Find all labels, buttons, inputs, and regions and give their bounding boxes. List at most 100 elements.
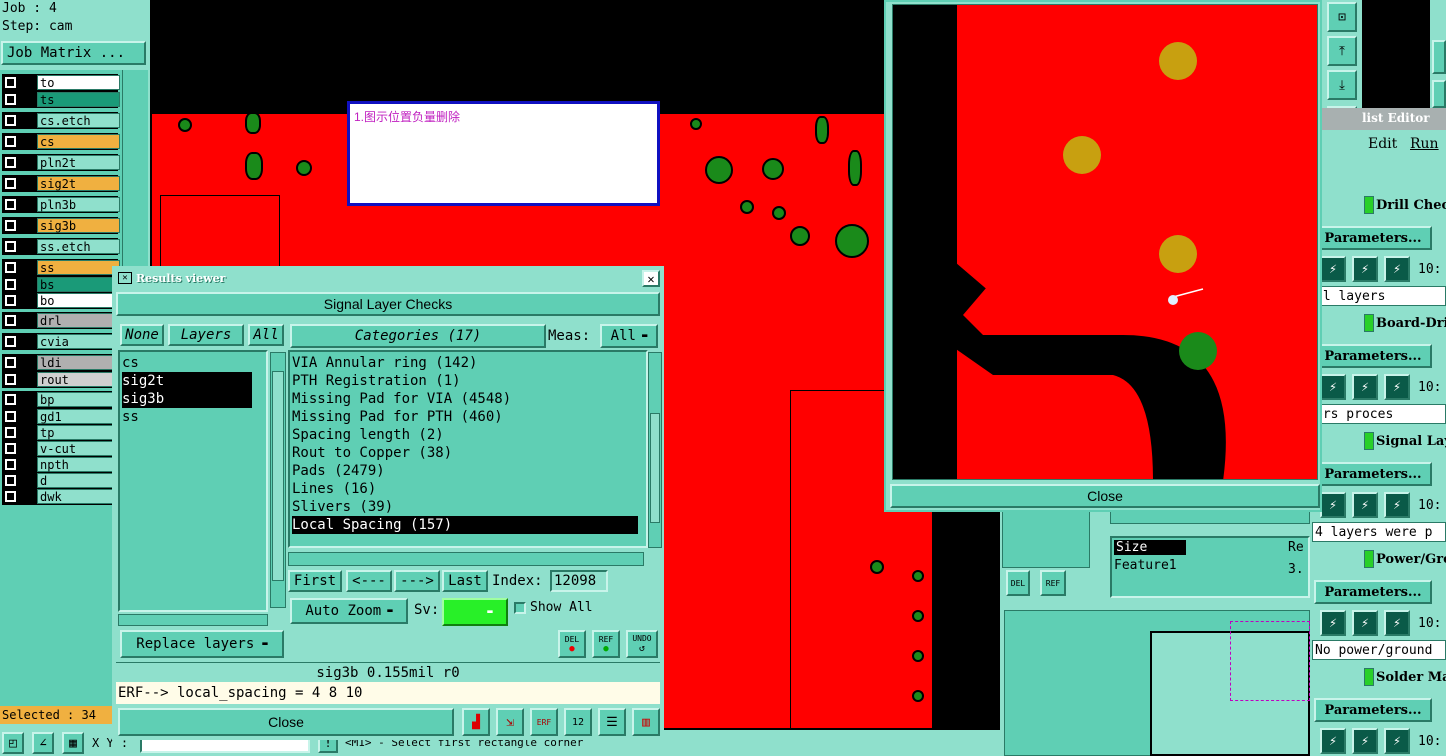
- layer-checkbox[interactable]: [5, 94, 16, 105]
- run-check-icon[interactable]: ⚡: [1320, 492, 1346, 518]
- layer-row[interactable]: rout: [2, 371, 120, 388]
- layer-row[interactable]: ldi: [2, 354, 120, 371]
- replace-layers-select[interactable]: Replace layers ▬: [120, 630, 284, 658]
- layer-row[interactable]: ss.etch: [2, 238, 120, 255]
- category-list-item[interactable]: Lines (16): [292, 480, 638, 498]
- run-check-icon[interactable]: ⚡: [1320, 728, 1346, 754]
- histogram-icon[interactable]: ▥: [632, 708, 660, 736]
- del-button[interactable]: DEL ●: [558, 630, 586, 658]
- prev-button[interactable]: <---: [346, 570, 392, 592]
- layer-checkbox[interactable]: [5, 394, 16, 405]
- zoom-canvas[interactable]: [892, 4, 1318, 480]
- all-layers-button[interactable]: All: [248, 324, 284, 346]
- layer-row[interactable]: sig2t: [2, 175, 120, 192]
- first-button[interactable]: First: [288, 570, 342, 592]
- erf-icon[interactable]: ERF: [530, 708, 558, 736]
- select-icon[interactable]: ◰: [2, 732, 24, 754]
- layer-row[interactable]: bo: [2, 292, 120, 309]
- counter-icon[interactable]: 12: [564, 708, 592, 736]
- layer-row[interactable]: ss: [2, 259, 120, 276]
- run-check-icon[interactable]: ⚡: [1320, 256, 1346, 282]
- mid-del-button[interactable]: DEL: [1006, 570, 1030, 596]
- parameters-button[interactable]: Parameters...: [1314, 698, 1432, 722]
- layer-row[interactable]: pln3b: [2, 196, 120, 213]
- check-name[interactable]: Solder Mas: [1376, 670, 1446, 685]
- layer-checkbox[interactable]: [5, 295, 16, 306]
- run-check-icon[interactable]: ⚡: [1384, 374, 1410, 400]
- job-matrix-button[interactable]: Job Matrix ...: [1, 41, 146, 65]
- layer-checkbox[interactable]: [5, 77, 16, 88]
- run-check-icon[interactable]: ⚡: [1384, 610, 1410, 636]
- layer-row[interactable]: d: [2, 472, 120, 489]
- layer-list-item[interactable]: ss: [122, 408, 252, 426]
- category-list-item[interactable]: Missing Pad for VIA (4548): [292, 390, 638, 408]
- layer-checkbox[interactable]: [5, 115, 16, 126]
- layer-checkbox[interactable]: [5, 178, 16, 189]
- category-list-item[interactable]: Slivers (39): [292, 498, 638, 516]
- category-list-item[interactable]: Rout to Copper (38): [292, 444, 638, 462]
- parameters-button[interactable]: Parameters...: [1314, 580, 1432, 604]
- layer-list[interactable]: cs sig2t sig3b ss: [118, 350, 268, 612]
- layers-button[interactable]: Layers: [168, 324, 244, 346]
- run-check-icon[interactable]: ⚡: [1352, 374, 1378, 400]
- report-icon[interactable]: ☰: [598, 708, 626, 736]
- layer-row[interactable]: cs.etch: [2, 112, 120, 129]
- results-title-bar[interactable]: ✕ Results viewer ✕: [114, 268, 662, 288]
- layer-checkbox[interactable]: [5, 220, 16, 231]
- results-close-button[interactable]: Close: [118, 708, 454, 736]
- category-list-item[interactable]: Missing Pad for PTH (460): [292, 408, 638, 426]
- layer-checkbox[interactable]: [5, 357, 16, 368]
- layer-row[interactable]: bs: [2, 276, 120, 293]
- meas-select[interactable]: All ▬: [600, 324, 658, 348]
- category-hscroll[interactable]: [288, 552, 644, 566]
- layer-row[interactable]: drl: [2, 312, 120, 329]
- menu-edit[interactable]: Edit: [1368, 136, 1397, 152]
- check-name[interactable]: Signal Laye: [1376, 434, 1446, 449]
- run-check-icon[interactable]: ⚡: [1352, 610, 1378, 636]
- next-button[interactable]: --->: [394, 570, 440, 592]
- layer-checkbox[interactable]: [5, 315, 16, 326]
- layer-row[interactable]: npth: [2, 456, 120, 473]
- layer-row[interactable]: dwk: [2, 488, 120, 505]
- parameters-button[interactable]: Parameters...: [1314, 344, 1432, 368]
- run-check-icon[interactable]: ⚡: [1352, 256, 1378, 282]
- zoom-close-button[interactable]: Close: [890, 484, 1320, 508]
- none-button[interactable]: None: [120, 324, 164, 346]
- menu-run[interactable]: Run: [1410, 136, 1439, 152]
- check-name[interactable]: Drill Check: [1376, 198, 1446, 213]
- run-check-icon[interactable]: ⚡: [1384, 728, 1410, 754]
- layer-checkbox[interactable]: [5, 475, 16, 486]
- undo-button[interactable]: UNDO ↺: [626, 630, 658, 658]
- category-list[interactable]: VIA Annular ring (142) PTH Registration (…: [288, 350, 648, 548]
- run-check-icon[interactable]: ⚡: [1320, 610, 1346, 636]
- layer-checkbox[interactable]: [5, 279, 16, 290]
- layer-checkbox[interactable]: [5, 427, 16, 438]
- parameters-button[interactable]: Parameters...: [1314, 462, 1432, 486]
- last-button[interactable]: Last: [442, 570, 488, 592]
- sv-color-select[interactable]: ▬: [442, 598, 508, 626]
- layer-row[interactable]: bp: [2, 391, 120, 408]
- layer-checkbox[interactable]: [5, 459, 16, 470]
- layer-checkbox[interactable]: [5, 491, 16, 502]
- layer-checkbox[interactable]: [5, 136, 16, 147]
- layer-row[interactable]: gd1: [2, 408, 120, 425]
- layer-row[interactable]: sig3b: [2, 217, 120, 234]
- window-menu-icon[interactable]: ✕: [118, 272, 132, 284]
- grid-icon[interactable]: ▦: [62, 732, 84, 754]
- layer-checkbox[interactable]: [5, 157, 16, 168]
- layer-checkbox[interactable]: [5, 336, 16, 347]
- category-list-item[interactable]: VIA Annular ring (142): [292, 354, 638, 372]
- layer-list-vscroll[interactable]: [270, 352, 286, 608]
- run-check-icon[interactable]: ⚡: [1352, 492, 1378, 518]
- parameters-button[interactable]: Parameters...: [1314, 226, 1432, 250]
- category-list-item[interactable]: Pads (2479): [292, 462, 638, 480]
- layer-row[interactable]: cvia: [2, 333, 120, 350]
- zoom-up-icon[interactable]: ⤒: [1327, 36, 1357, 66]
- zoom-down-icon[interactable]: ⤓: [1327, 70, 1357, 100]
- layer-list-item[interactable]: sig2t: [122, 372, 252, 390]
- layer-checkbox[interactable]: [5, 199, 16, 210]
- categories-button[interactable]: Categories (17): [290, 324, 546, 348]
- auto-zoom-select[interactable]: Auto Zoom ▬: [290, 598, 408, 624]
- layer-row[interactable]: to: [2, 74, 120, 91]
- layer-checkbox[interactable]: [5, 241, 16, 252]
